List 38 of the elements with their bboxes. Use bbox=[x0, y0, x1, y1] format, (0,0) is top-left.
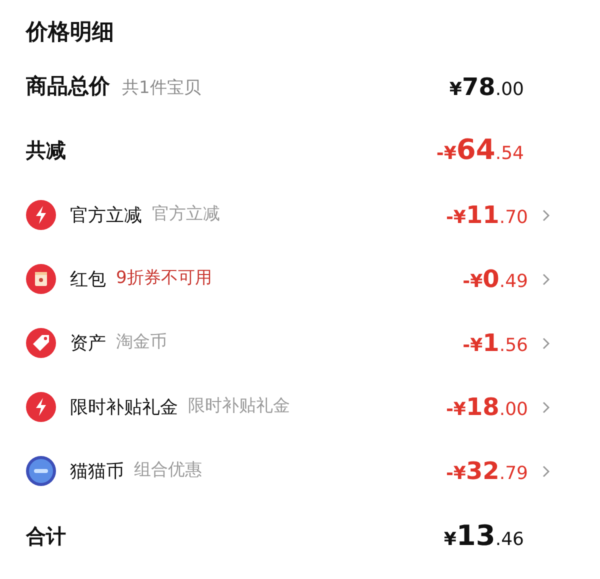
discount-row[interactable]: 猫猫币 组合优惠 -¥32.79 bbox=[26, 439, 574, 503]
item-label: 猫猫币 bbox=[70, 460, 124, 484]
item-label: 限时补贴礼金 bbox=[70, 396, 178, 420]
price: ¥13.46 bbox=[444, 518, 524, 554]
item-label: 共减 bbox=[26, 137, 66, 164]
chevron-right-icon bbox=[542, 336, 550, 350]
item-note: 淘金币 bbox=[116, 331, 167, 354]
price: -¥11.70 bbox=[446, 200, 528, 231]
price: -¥0.49 bbox=[462, 264, 528, 295]
chevron-right-icon bbox=[542, 400, 550, 414]
discount-row[interactable]: 官方立减 官方立减 -¥11.70 bbox=[26, 183, 574, 247]
chevron-right-icon bbox=[542, 272, 550, 286]
envelope-icon bbox=[26, 264, 56, 294]
item-label: 商品总价 bbox=[26, 73, 110, 100]
item-note: 共1件宝贝 bbox=[122, 77, 201, 100]
item-label: 红包 bbox=[70, 268, 106, 292]
price: -¥18.00 bbox=[446, 392, 528, 423]
price: -¥64.54 bbox=[436, 132, 524, 168]
chevron-right-icon bbox=[542, 208, 550, 222]
item-note: 官方立减 bbox=[152, 203, 220, 226]
item-label: 资产 bbox=[70, 332, 106, 356]
item-label: 官方立减 bbox=[70, 204, 142, 228]
coin-icon bbox=[26, 456, 56, 486]
page-title: 价格明细 bbox=[26, 19, 115, 47]
tag-icon bbox=[26, 328, 56, 358]
price: -¥1.56 bbox=[462, 328, 528, 359]
item-note: 组合优惠 bbox=[134, 459, 202, 482]
lightning-icon bbox=[26, 200, 56, 230]
chevron-right-icon bbox=[542, 464, 550, 478]
lightning-icon bbox=[26, 392, 56, 422]
discount-row[interactable]: 红包 9折券不可用 -¥0.49 bbox=[26, 247, 574, 311]
discount-row[interactable]: 限时补贴礼金 限时补贴礼金 -¥18.00 bbox=[26, 375, 574, 439]
item-note: 9折券不可用 bbox=[116, 267, 212, 290]
item-note: 限时补贴礼金 bbox=[188, 395, 290, 418]
item-label: 合计 bbox=[26, 523, 66, 550]
price: -¥32.79 bbox=[446, 456, 528, 487]
price: ¥78.00 bbox=[449, 72, 524, 103]
discount-row[interactable]: 资产 淘金币 -¥1.56 bbox=[26, 311, 574, 375]
